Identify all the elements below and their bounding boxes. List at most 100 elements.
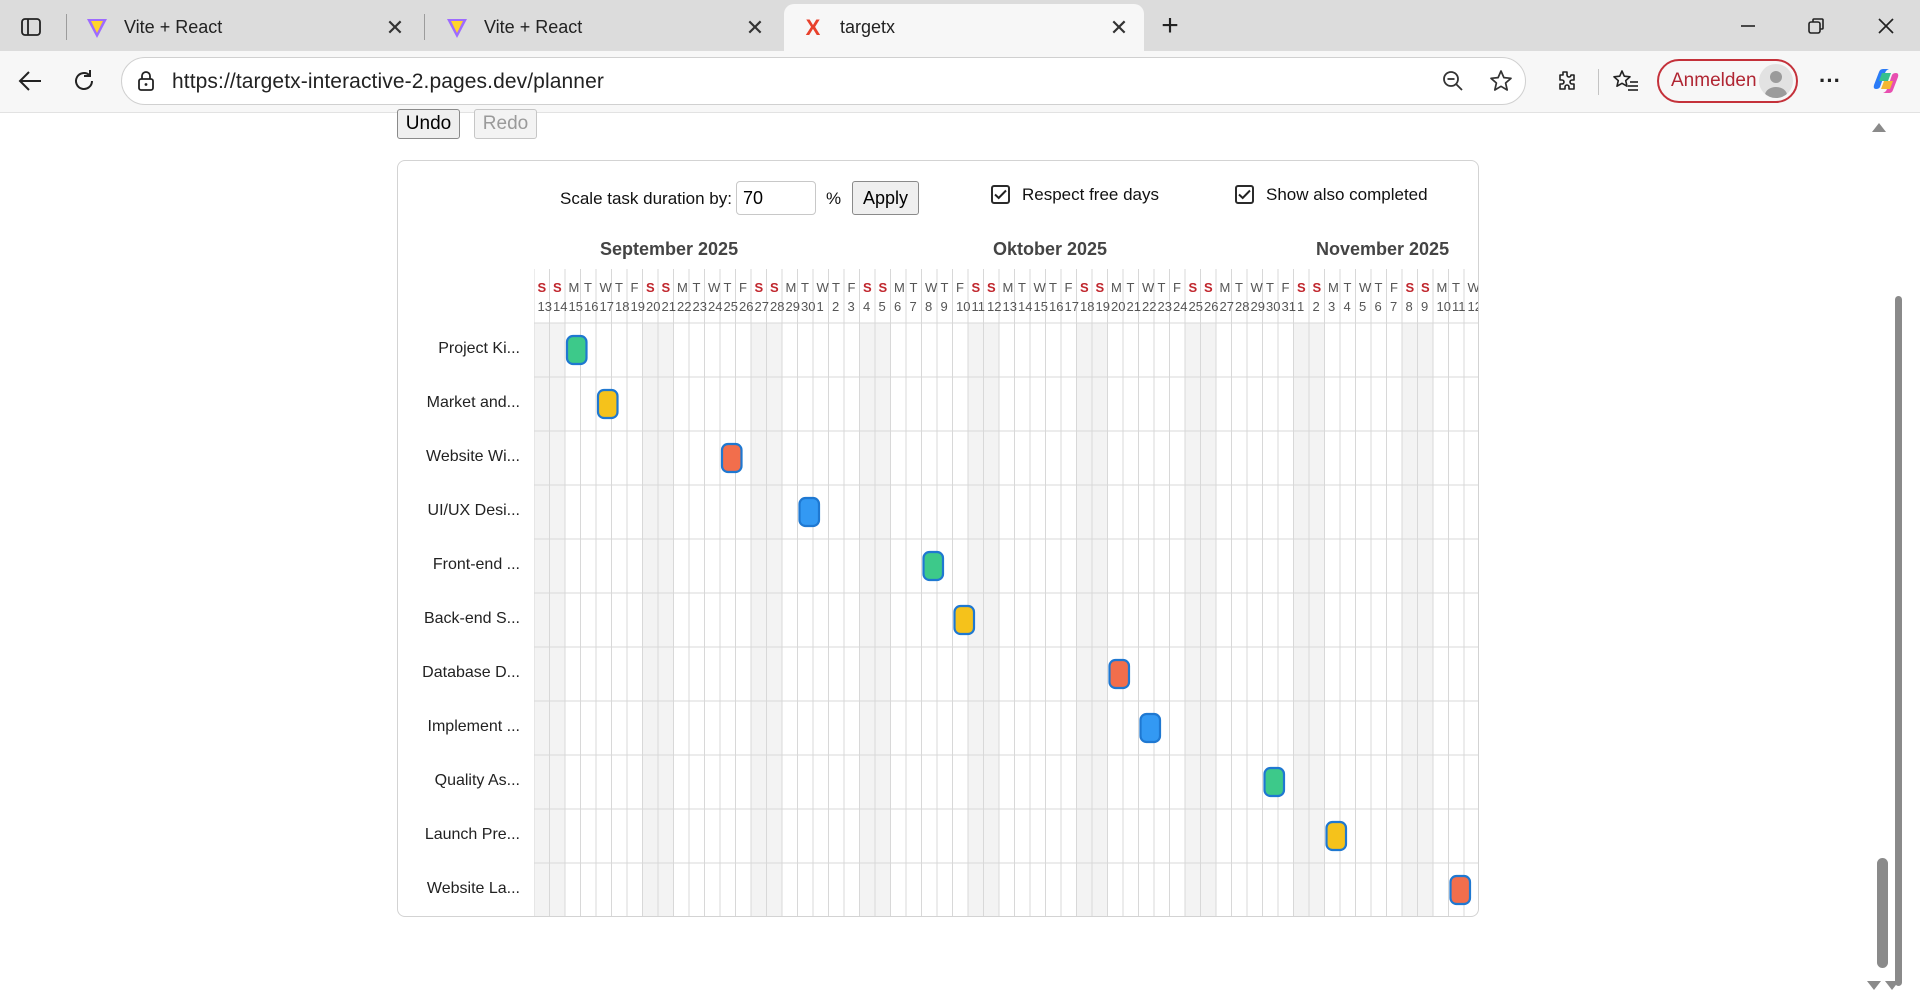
scroll-down-icon[interactable] [1867, 981, 1881, 990]
day-number: 4 [1344, 299, 1351, 314]
day-letter: M [1437, 280, 1448, 295]
day-letter: F [848, 280, 856, 295]
minimize-icon[interactable] [1728, 8, 1768, 44]
task-bar[interactable] [596, 388, 619, 420]
reload-icon[interactable] [66, 63, 102, 99]
day-number: 1 [1297, 299, 1304, 314]
copilot-icon[interactable] [1866, 61, 1906, 101]
weekend-column [875, 323, 891, 916]
lock-icon[interactable] [134, 69, 158, 93]
day-letter: S [863, 280, 872, 295]
day-letter: S [538, 280, 547, 295]
restore-icon[interactable] [1796, 8, 1836, 44]
back-icon[interactable] [12, 63, 48, 99]
url-field[interactable]: https://targetx-interactive-2.pages.dev/… [121, 57, 1526, 105]
vite-icon [84, 15, 110, 41]
url-text: https://targetx-interactive-2.pages.dev/… [172, 70, 604, 93]
apply-button[interactable]: Apply [852, 181, 919, 215]
day-number: 27 [755, 299, 769, 314]
zoom-out-icon[interactable] [1440, 68, 1466, 94]
close-window-icon[interactable] [1866, 8, 1906, 44]
tab-vite-react-1[interactable]: Vite + React ✕ [68, 4, 420, 51]
scale-input[interactable]: 70 [736, 181, 816, 215]
day-number: 3 [848, 299, 855, 314]
day-number: 12 [1468, 299, 1480, 314]
day-letter: F [1065, 280, 1073, 295]
day-number: 20 [1111, 299, 1125, 314]
task-label: Quality As... [434, 772, 520, 789]
day-number: 5 [879, 299, 886, 314]
day-letter: T [1235, 280, 1243, 295]
weekend-column [549, 323, 565, 916]
tab-vite-react-2[interactable]: Vite + React ✕ [428, 4, 780, 51]
show-completed-checkbox[interactable] [1235, 185, 1254, 204]
signin-button[interactable]: Anmelden [1657, 59, 1798, 103]
favorites-list-icon[interactable] [1608, 63, 1644, 99]
gantt-grid: S13S14M15T16W17T18F19S20S21M22T23W24T25F… [534, 269, 1480, 916]
scroll-track[interactable] [1895, 296, 1902, 986]
day-number: 19 [1096, 299, 1110, 314]
tab-targetx[interactable]: X targetx ✕ [784, 4, 1144, 51]
day-number: 6 [1375, 299, 1382, 314]
task-label: Market and... [426, 394, 520, 411]
tab-actions-icon[interactable] [14, 10, 48, 44]
day-letter: T [584, 280, 592, 295]
day-number: 21 [662, 299, 676, 314]
day-number: 22 [677, 299, 691, 314]
day-letter: F [739, 280, 747, 295]
scrollbar[interactable] [1867, 113, 1902, 993]
day-number: 12 [987, 299, 1001, 314]
day-letter: S [1189, 280, 1198, 295]
scroll-thumb[interactable] [1877, 858, 1888, 968]
weekend-column [859, 323, 875, 916]
scale-label: Scale task duration by: [560, 189, 732, 208]
day-letter: T [1266, 280, 1274, 295]
more-menu-icon[interactable]: ··· [1812, 63, 1848, 99]
day-letter: W [925, 280, 938, 295]
tab-bar: Vite + React ✕ Vite + React ✕ X targetx … [0, 0, 1920, 51]
day-number: 18 [615, 299, 629, 314]
undo-button[interactable]: Undo [397, 109, 460, 139]
day-number: 8 [1406, 299, 1413, 314]
day-number: 23 [693, 299, 707, 314]
day-number: 30 [801, 299, 815, 314]
scroll-down-icon[interactable] [1885, 981, 1899, 990]
redo-button[interactable]: Redo [474, 109, 537, 139]
task-label: Website La... [426, 880, 520, 897]
day-number: 17 [1065, 299, 1079, 314]
day-letter: S [1421, 280, 1430, 295]
planner-panel: Scale task duration by: 70 % Apply Respe… [397, 160, 1479, 917]
close-tab-icon[interactable]: ✕ [380, 13, 410, 43]
task-bar[interactable] [1139, 712, 1162, 744]
task-bar[interactable] [1263, 766, 1286, 798]
day-letter: S [972, 280, 981, 295]
close-tab-icon[interactable]: ✕ [1104, 13, 1134, 43]
day-letter: S [662, 280, 671, 295]
favorite-star-icon[interactable] [1488, 68, 1514, 94]
avatar [1759, 64, 1793, 98]
day-number: 20 [646, 299, 660, 314]
day-letter: W [708, 280, 721, 295]
task-bar[interactable] [1449, 874, 1472, 906]
signin-label: Anmelden [1671, 70, 1757, 91]
day-number: 24 [1173, 299, 1187, 314]
task-bar[interactable] [922, 550, 945, 582]
address-bar: https://targetx-interactive-2.pages.dev/… [0, 51, 1920, 113]
task-bar[interactable] [1325, 820, 1348, 852]
month-label: November 2025 [1316, 239, 1450, 259]
task-bar[interactable] [953, 604, 976, 636]
scroll-up-icon[interactable] [1872, 123, 1886, 132]
task-bar[interactable] [798, 496, 821, 528]
close-tab-icon[interactable]: ✕ [740, 13, 770, 43]
day-letter: M [786, 280, 797, 295]
day-number: 10 [956, 299, 970, 314]
day-number: 25 [1189, 299, 1203, 314]
new-tab-icon[interactable]: + [1152, 8, 1188, 44]
day-letter: T [1127, 280, 1135, 295]
task-bar[interactable] [565, 334, 588, 366]
task-bar[interactable] [1108, 658, 1131, 690]
extensions-icon[interactable] [1548, 63, 1584, 99]
task-bar[interactable] [720, 442, 743, 474]
respect-free-days-checkbox[interactable] [991, 185, 1010, 204]
day-letter: W [1468, 280, 1480, 295]
